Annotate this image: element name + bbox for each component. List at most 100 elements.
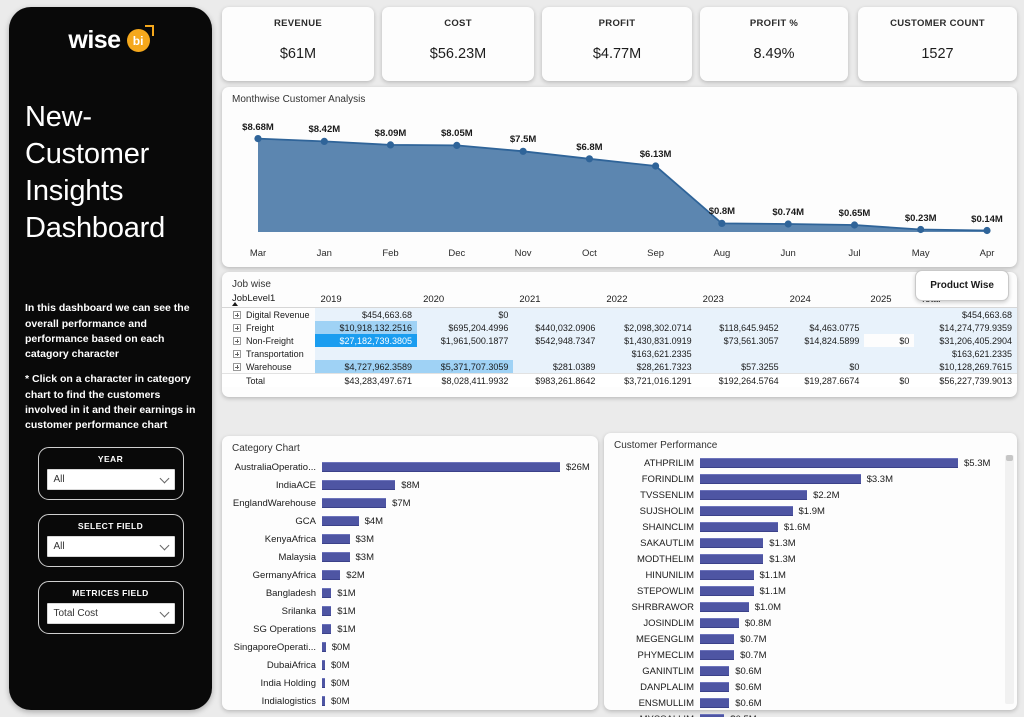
bar-row[interactable]: ENSMULLIM $0.6M [608, 695, 1009, 711]
bar-row[interactable]: EnglandWarehouse $7M [226, 494, 590, 512]
bar-row[interactable]: KenyaAfrica $3M [226, 530, 590, 548]
filter-year-select[interactable]: All [46, 469, 175, 491]
table-cell[interactable] [864, 347, 915, 360]
table-cell[interactable]: $5,371,707.3059 [417, 360, 514, 374]
bar-row[interactable]: DubaiAfrica $0M [226, 656, 590, 674]
table-row[interactable]: Freight $10,918,132.2516 $695,204.4996 $440… [222, 321, 1017, 334]
table-cell[interactable] [417, 347, 514, 360]
table-header-2019[interactable]: 2019 [314, 292, 418, 308]
table-cell[interactable]: $14,824.5899 [783, 334, 865, 347]
bar-row[interactable]: PHYMECLIM $0.7M [608, 647, 1009, 663]
area-data-point[interactable] [850, 221, 859, 229]
bar[interactable] [700, 586, 754, 596]
bar-row[interactable]: Malaysia $3M [226, 548, 590, 566]
table-cell[interactable]: $8,028,411.9932 [417, 373, 514, 387]
table-cell[interactable]: $440,032.0906 [513, 321, 601, 334]
bar[interactable] [322, 462, 560, 472]
area-data-point[interactable] [254, 135, 262, 143]
bar-row[interactable]: GANINTLIM $0.6M [608, 663, 1009, 679]
bar-row[interactable]: SHAINCLIM $1.6M [608, 519, 1009, 535]
customer-performance-scrollbar[interactable] [1005, 455, 1014, 704]
area-data-point[interactable] [652, 162, 660, 170]
expand-row-icon[interactable] [233, 323, 241, 332]
area-data-point[interactable] [386, 141, 395, 149]
table-cell[interactable]: $1,430,831.0919 [600, 334, 697, 347]
expand-row-icon[interactable] [233, 310, 241, 319]
table-cell[interactable]: $31,206,405.2904 [914, 334, 1017, 347]
area-chart-plot[interactable]: $8.68M $8.42M $8.09M $8.05M $7.5M $6.8M $6.13M… [222, 105, 1017, 244]
table-cell[interactable]: $1,961,500.1877 [417, 334, 514, 347]
table-cell[interactable]: $0 [417, 307, 514, 321]
bar-row[interactable]: MYSSALLIM $0.5M [608, 711, 1009, 717]
area-data-point[interactable] [784, 220, 792, 228]
bar-row[interactable]: India Holding $0M [226, 674, 590, 692]
bar[interactable] [700, 490, 808, 500]
table-cell[interactable]: $695,204.4996 [417, 321, 514, 334]
bar[interactable] [700, 634, 735, 644]
filter-metrices-field-select[interactable]: Total Cost [46, 603, 175, 625]
table-header-2022[interactable]: 2022 [600, 292, 697, 308]
bar-row[interactable]: IndiaACE $8M [226, 476, 590, 494]
table-cell[interactable]: $73,561.3057 [696, 334, 784, 347]
table-cell[interactable]: $19,287.6674 [783, 373, 865, 387]
bar[interactable] [322, 534, 350, 544]
bar[interactable] [700, 602, 749, 612]
table-header-2020[interactable]: 2020 [417, 292, 514, 308]
area-data-point[interactable] [983, 226, 991, 235]
table-cell[interactable]: $192,264.5764 [696, 373, 784, 387]
bar[interactable] [700, 538, 764, 548]
product-wise-button[interactable]: Product Wise [915, 270, 1009, 301]
bar-row[interactable]: SUJSHOLIM $1.9M [608, 503, 1009, 519]
table-cell[interactable]: $3,721,016.1291 [600, 373, 697, 387]
bar[interactable] [322, 516, 359, 526]
area-data-point[interactable] [320, 137, 328, 145]
bar[interactable] [700, 458, 958, 468]
table-cell[interactable] [864, 307, 915, 321]
expand-row-icon[interactable] [233, 362, 241, 371]
bar[interactable] [700, 682, 730, 692]
table-cell[interactable]: $2,098,302.0714 [600, 321, 697, 334]
bar[interactable] [700, 522, 778, 532]
table-cell[interactable]: $43,283,497.671 [314, 373, 418, 387]
area-data-point[interactable] [718, 219, 726, 227]
bar[interactable] [322, 480, 396, 490]
bar-row[interactable]: GermanyAfrica $2M [226, 566, 590, 584]
table-cell[interactable] [864, 360, 915, 374]
bar-row[interactable]: Srilanka $1M [226, 602, 590, 620]
bar[interactable] [700, 554, 764, 564]
table-cell[interactable]: $163,621.2335 [914, 347, 1017, 360]
table-cell[interactable]: $163,621.2335 [600, 347, 697, 360]
table-row[interactable]: Warehouse $4,727,962.3589 $5,371,707.3059 $… [222, 360, 1017, 374]
bar[interactable] [700, 570, 754, 580]
table-cell[interactable] [696, 347, 784, 360]
expand-row-icon[interactable] [233, 349, 241, 358]
bar[interactable] [700, 618, 739, 628]
table-cell[interactable] [864, 321, 915, 334]
table-cell[interactable] [783, 307, 865, 321]
table-cell[interactable] [783, 347, 865, 360]
bar[interactable] [322, 498, 387, 508]
table-cell[interactable] [696, 307, 784, 321]
bar-row[interactable]: DANPLALIM $0.6M [608, 679, 1009, 695]
table-cell[interactable] [513, 347, 601, 360]
bar-row[interactable]: HINUNILIM $1.1M [608, 567, 1009, 583]
table-row[interactable]: Digital Revenue $454,663.68 $0 $454,663.68 [222, 307, 1017, 321]
table-cell[interactable]: $14,274,779.9359 [914, 321, 1017, 334]
table-cell[interactable]: $281.0389 [513, 360, 601, 374]
table-cell[interactable]: $57.3255 [696, 360, 784, 374]
area-data-point[interactable] [585, 155, 593, 163]
table-cell[interactable]: $542,948.7347 [513, 334, 601, 347]
table-header-2021[interactable]: 2021 [513, 292, 601, 308]
bar[interactable] [700, 506, 793, 516]
table-header-2025[interactable]: 2025 [864, 292, 915, 308]
bar-row[interactable]: MEGENGLIM $0.7M [608, 631, 1009, 647]
area-data-point[interactable] [917, 225, 925, 234]
bar-row[interactable]: MODTHELIM $1.3M [608, 551, 1009, 567]
bar-row[interactable]: SingaporeOperati... $0M [226, 638, 590, 656]
bar-row[interactable]: TVSSENLIM $2.2M [608, 487, 1009, 503]
bar[interactable] [700, 698, 730, 708]
filter-select-field-select[interactable]: All [46, 536, 175, 558]
table-cell[interactable]: $10,128,269.7615 [914, 360, 1017, 374]
table-cell[interactable] [314, 347, 418, 360]
table-cell[interactable] [600, 307, 697, 321]
